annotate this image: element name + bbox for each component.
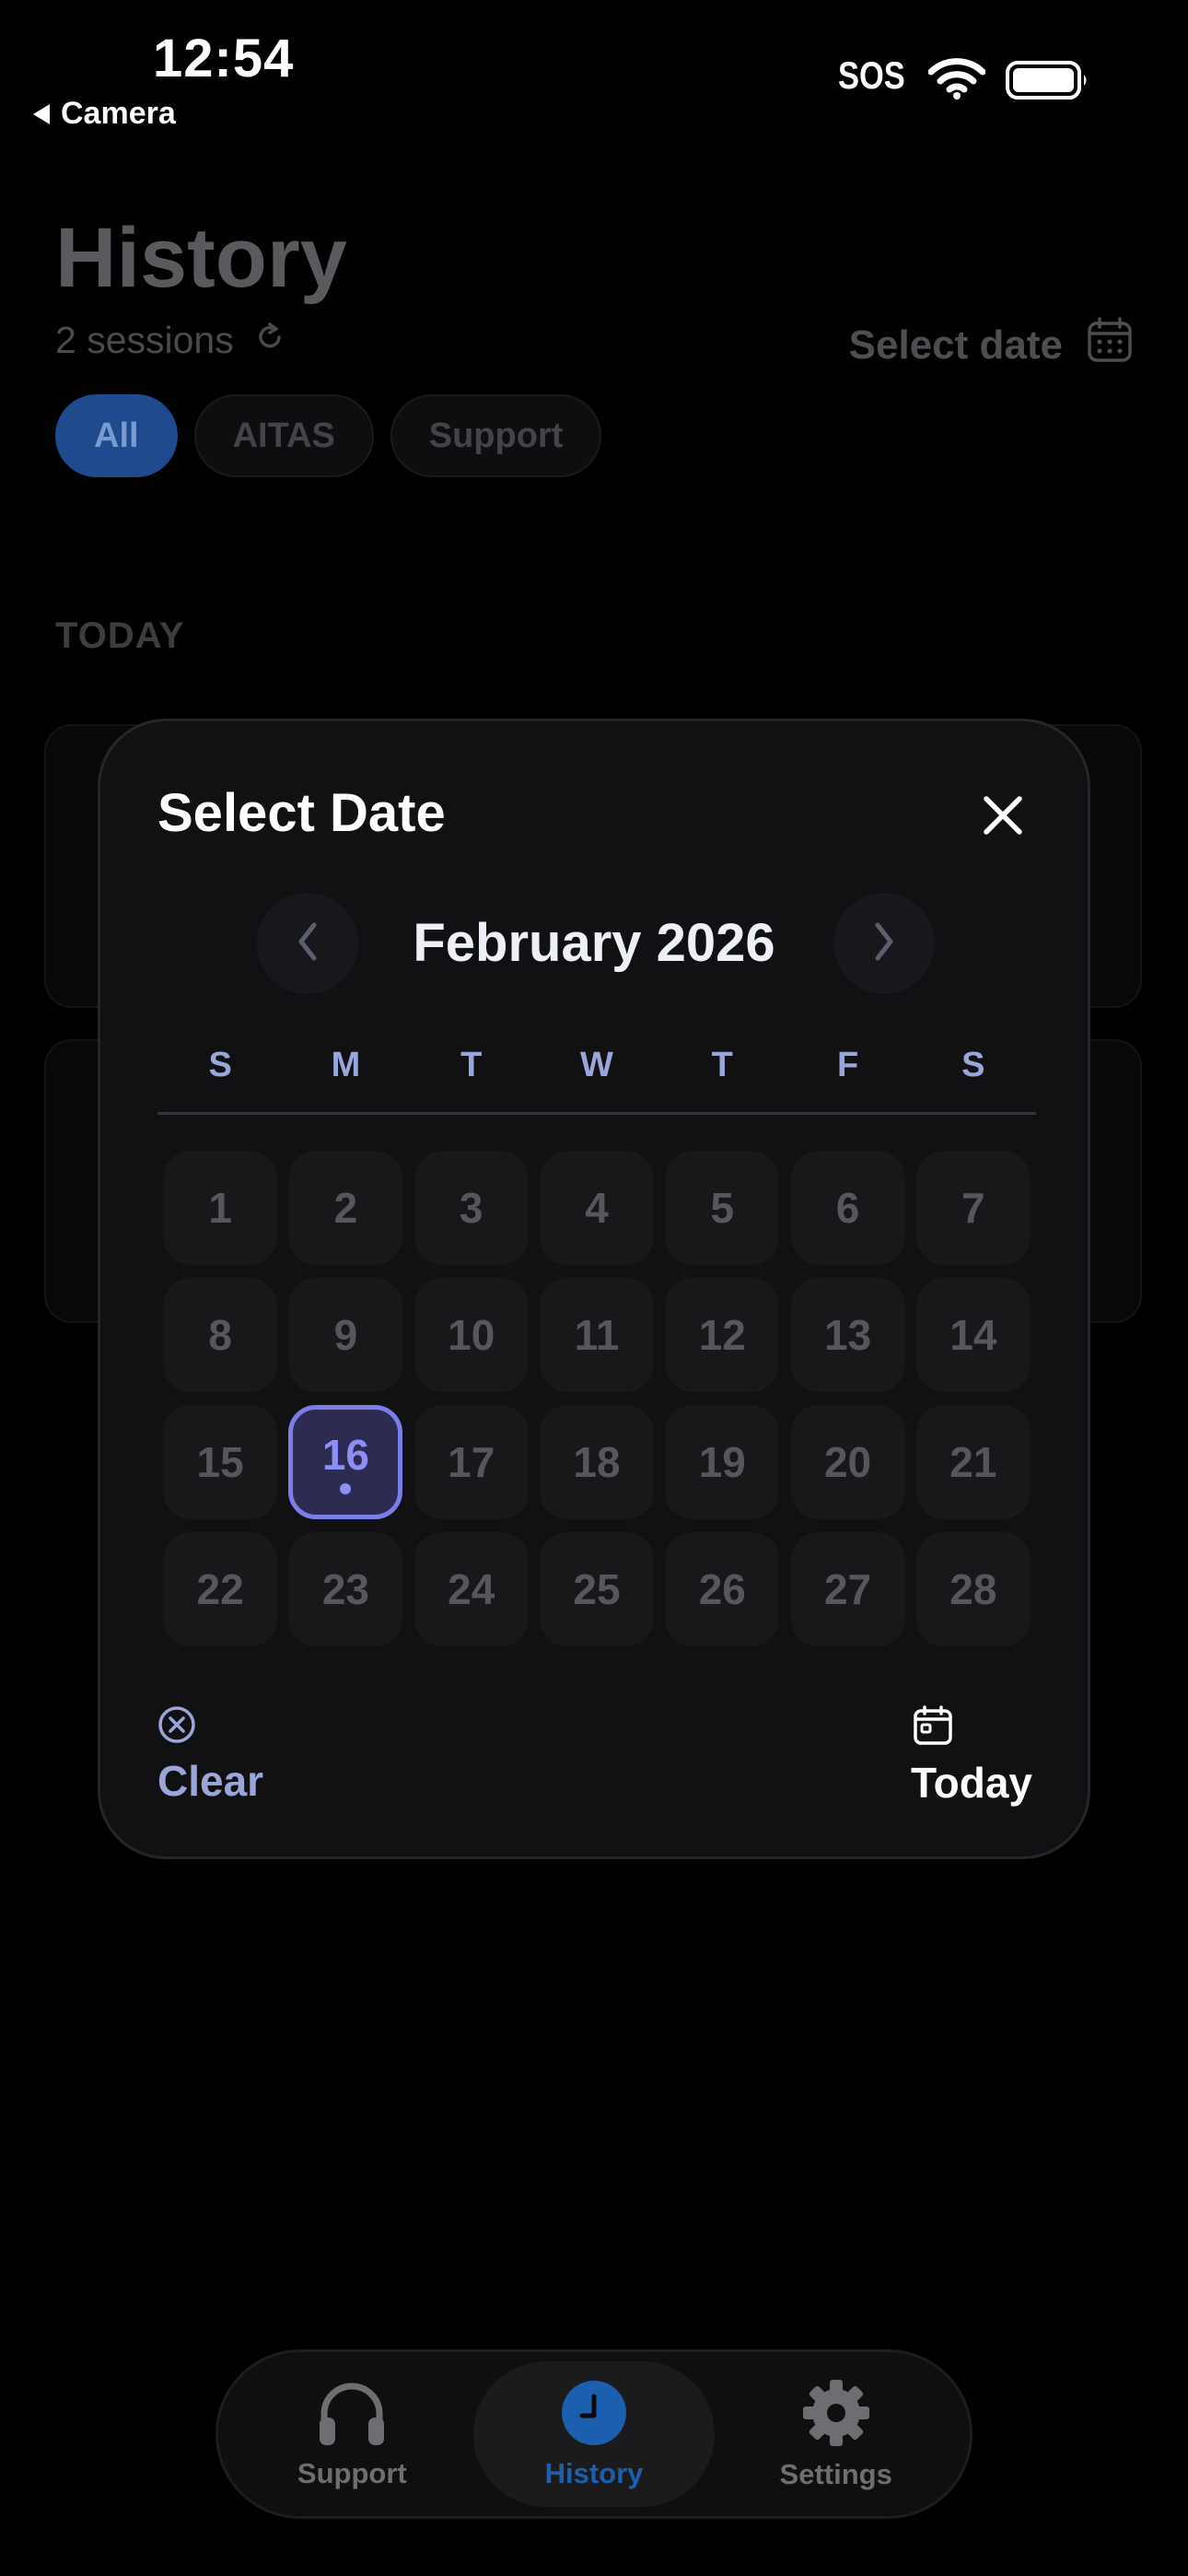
weekday-label: S: [961, 1046, 985, 1084]
close-icon[interactable]: [981, 793, 1025, 837]
weekday-label: W: [580, 1046, 613, 1084]
calendar-day[interactable]: 6: [790, 1151, 905, 1265]
calendar-day[interactable]: 9: [288, 1278, 403, 1392]
bottom-tab-bar: Support History Settings: [215, 2349, 973, 2519]
gear-icon: [801, 2378, 871, 2453]
session-indicator-dot: [340, 1483, 352, 1494]
page-title: History: [55, 211, 347, 305]
filter-chips: All AITAS Support: [55, 394, 602, 477]
clear-date-button[interactable]: Clear: [157, 1705, 263, 1806]
previous-month-button[interactable]: [257, 893, 358, 994]
filter-chip-all[interactable]: All: [55, 394, 178, 477]
calendar-day[interactable]: 2: [288, 1151, 403, 1265]
weekday-divider: [157, 1112, 1036, 1115]
weekday-label: T: [711, 1046, 733, 1084]
clock-icon: [560, 2379, 628, 2452]
month-label: February 2026: [413, 913, 775, 973]
filter-chip-aitas[interactable]: AITAS: [193, 394, 374, 477]
calendar-day[interactable]: 24: [413, 1532, 529, 1646]
calendar-day[interactable]: 19: [665, 1405, 780, 1519]
sessions-text: 2 sessions: [55, 319, 234, 361]
calendar-today-icon: [913, 1705, 953, 1751]
tab-label: Support: [297, 2456, 407, 2489]
calendar-day[interactable]: 10: [413, 1278, 529, 1392]
calendar-day[interactable]: 8: [163, 1278, 278, 1392]
calendar-icon: [1087, 317, 1133, 373]
calendar-day[interactable]: 4: [539, 1151, 654, 1265]
calendar-day[interactable]: 22: [163, 1532, 278, 1646]
select-date-button[interactable]: Select date: [849, 317, 1133, 373]
clear-circle-x-icon: [157, 1705, 263, 1749]
calendar-day[interactable]: 21: [915, 1405, 1031, 1519]
calendar-day-selected[interactable]: 16: [288, 1405, 403, 1519]
tab-label: History: [544, 2456, 644, 2489]
headphones-icon: [316, 2379, 388, 2452]
calendar-day[interactable]: 26: [665, 1532, 780, 1646]
calendar-day[interactable]: 28: [915, 1532, 1031, 1646]
weekday-label: F: [836, 1046, 859, 1084]
calendar-day[interactable]: 11: [539, 1278, 654, 1392]
calendar-day[interactable]: 18: [539, 1405, 654, 1519]
select-date-label: Select date: [848, 322, 1063, 368]
calendar-grid: 1 2 3 4 5 6 7 8 9 10 11 12 13 14 15 16 1…: [157, 1151, 1036, 1646]
calendar-day[interactable]: 20: [790, 1405, 905, 1519]
weekday-label: T: [460, 1046, 483, 1084]
calendar-day[interactable]: 27: [790, 1532, 905, 1646]
calendar-day[interactable]: 25: [539, 1532, 654, 1646]
filter-chip-support[interactable]: Support: [390, 394, 602, 477]
tab-history[interactable]: History: [472, 2361, 716, 2507]
weekday-label: S: [208, 1046, 232, 1084]
date-picker-modal: Select Date February 2026 S M T W T F S …: [98, 719, 1090, 1859]
calendar-day[interactable]: 17: [413, 1405, 529, 1519]
tab-support[interactable]: Support: [231, 2361, 473, 2507]
month-navigator: February 2026: [100, 893, 1088, 994]
refresh-icon[interactable]: [254, 319, 285, 362]
weekday-label: M: [331, 1046, 361, 1084]
tab-label: Settings: [779, 2457, 892, 2490]
calendar-day[interactable]: 15: [163, 1405, 278, 1519]
calendar-day[interactable]: 14: [915, 1278, 1031, 1392]
next-month-button[interactable]: [833, 893, 935, 994]
today-label: Today: [910, 1759, 1032, 1807]
calendar-day[interactable]: 1: [163, 1151, 278, 1265]
calendar-day[interactable]: 23: [288, 1532, 403, 1646]
weekday-header: S M T W T F S: [157, 1046, 1036, 1085]
calendar-day[interactable]: 12: [665, 1278, 780, 1392]
chevron-left-icon: [294, 920, 321, 967]
modal-title: Select Date: [157, 783, 446, 843]
calendar-day[interactable]: 3: [413, 1151, 529, 1265]
sessions-count: 2 sessions: [55, 319, 285, 362]
tab-settings[interactable]: Settings: [715, 2361, 957, 2507]
clear-label: Clear: [157, 1757, 264, 1805]
section-header-today: TODAY: [55, 615, 185, 656]
today-button[interactable]: Today: [911, 1705, 1032, 1808]
chevron-right-icon: [870, 920, 898, 967]
calendar-day[interactable]: 7: [915, 1151, 1031, 1265]
calendar-day[interactable]: 5: [665, 1151, 780, 1265]
calendar-day[interactable]: 13: [790, 1278, 905, 1392]
